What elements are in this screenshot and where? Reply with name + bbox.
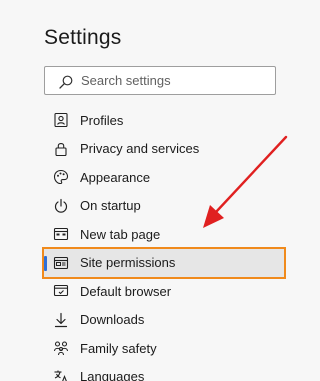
family-icon xyxy=(53,340,69,356)
nav-item-site-permissions[interactable]: Site permissions xyxy=(42,246,286,279)
nav-item-label: Profiles xyxy=(80,112,124,128)
nav-item-languages[interactable]: Languages xyxy=(44,363,284,381)
nav-item-new-tab-page[interactable]: New tab page xyxy=(44,220,284,249)
nav-item-privacy[interactable]: Privacy and services xyxy=(44,135,284,164)
nav-item-downloads[interactable]: Downloads xyxy=(44,306,284,335)
nav-item-appearance[interactable]: Appearance xyxy=(44,163,284,192)
page-title: Settings xyxy=(44,26,122,49)
nav-item-label: Languages xyxy=(80,369,145,381)
nav-item-label: New tab page xyxy=(80,226,161,242)
settings-page: Settings Profiles xyxy=(0,0,300,381)
languages-icon xyxy=(53,369,69,381)
default-browser-icon xyxy=(53,283,69,299)
palette-icon xyxy=(53,169,69,185)
nav-item-label: Appearance xyxy=(80,169,151,185)
nav-item-label: Family safety xyxy=(80,340,157,356)
nav-item-label: Default browser xyxy=(80,283,172,299)
lock-icon xyxy=(53,141,69,157)
search-box[interactable] xyxy=(44,66,276,95)
search-icon xyxy=(58,74,74,90)
nav-item-on-startup[interactable]: On startup xyxy=(44,192,284,221)
profile-icon xyxy=(53,112,69,128)
nav-item-label: Downloads xyxy=(80,312,145,328)
search-input[interactable] xyxy=(81,70,267,91)
nav-item-label: Privacy and services xyxy=(80,141,200,157)
download-icon xyxy=(53,312,69,328)
settings-nav: Profiles Privacy and services Appearance… xyxy=(42,106,286,381)
nav-item-family-safety[interactable]: Family safety xyxy=(44,334,284,363)
site-permissions-icon xyxy=(53,255,69,271)
nav-item-label: Site permissions xyxy=(80,255,176,271)
new-tab-icon xyxy=(53,226,69,242)
nav-item-default-browser[interactable]: Default browser xyxy=(44,277,284,306)
power-icon xyxy=(53,198,69,214)
nav-item-label: On startup xyxy=(80,198,141,214)
nav-item-profiles[interactable]: Profiles xyxy=(44,106,284,135)
